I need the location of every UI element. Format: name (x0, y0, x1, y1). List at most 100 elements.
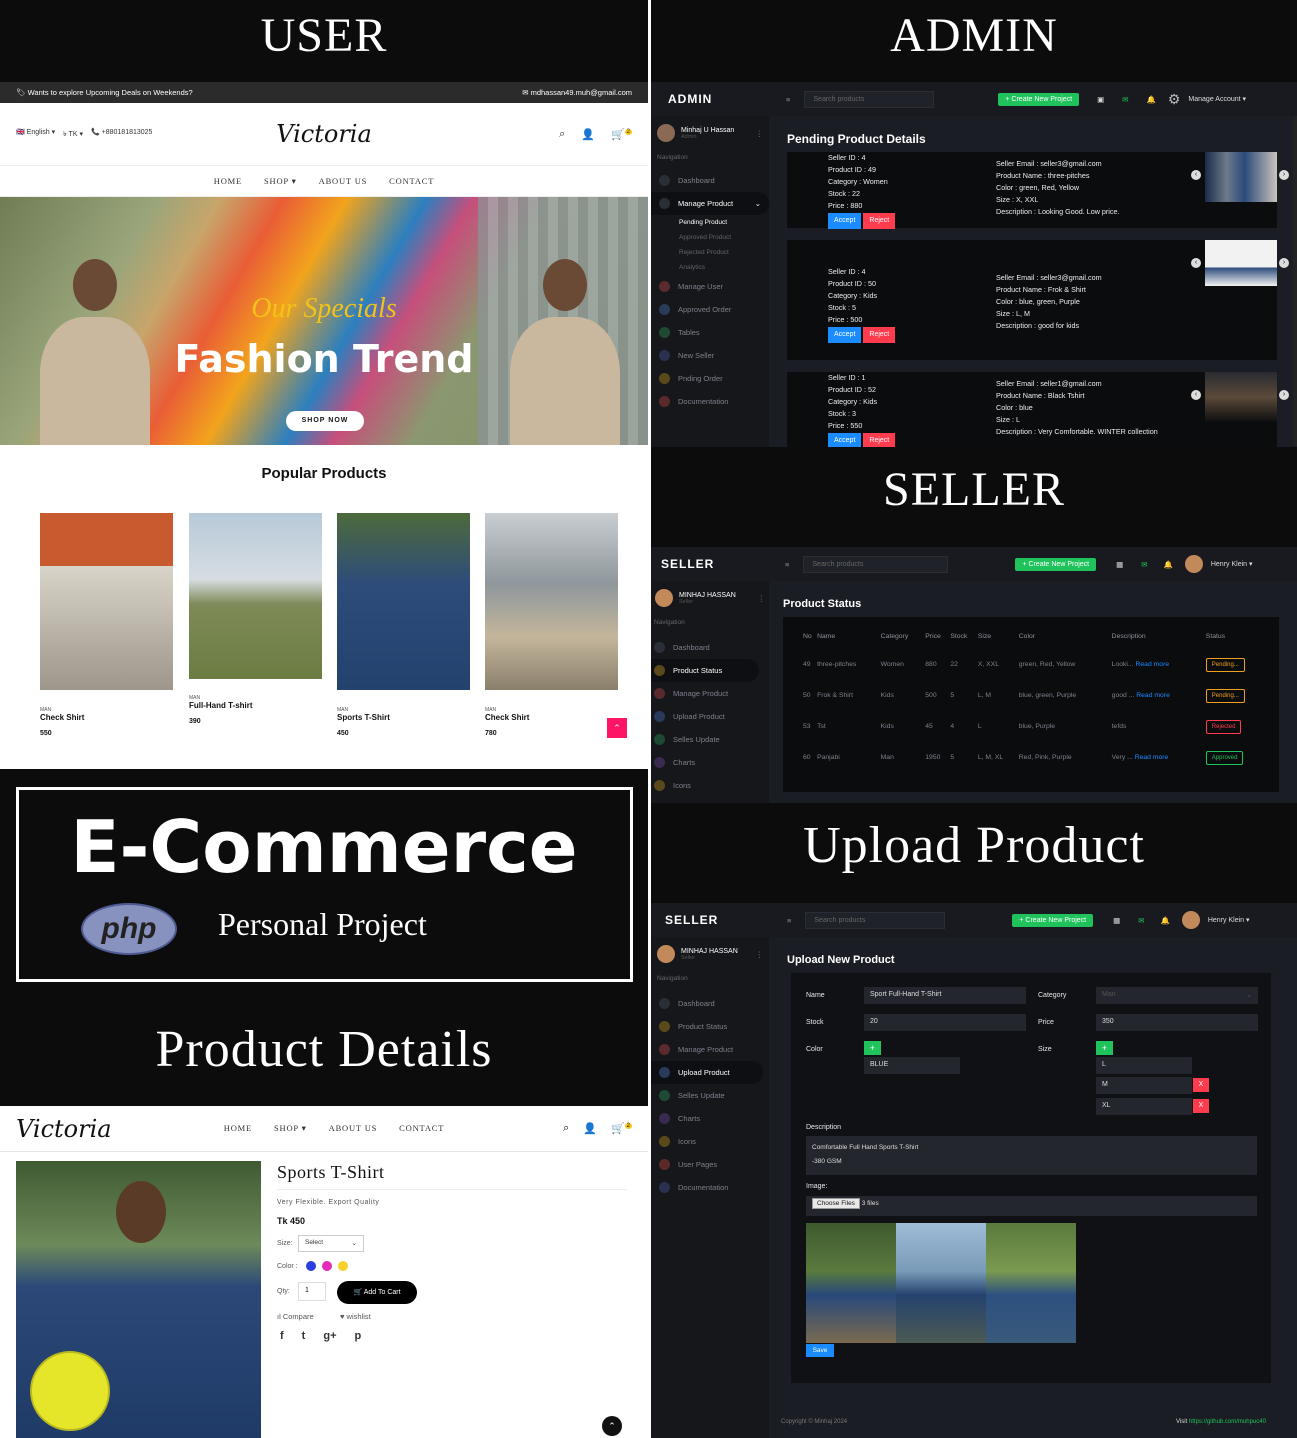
currency-select[interactable]: ৳ TK ▾ (63, 128, 83, 140)
search-input[interactable]: Search products (803, 555, 949, 573)
more-icon[interactable]: ⋮ (756, 950, 764, 959)
size-select[interactable]: Select ⌄ (298, 1235, 364, 1252)
file-input[interactable]: Choose Files 3 files (806, 1196, 1257, 1216)
remove-size-button[interactable]: X (1193, 1078, 1209, 1092)
save-button[interactable]: Save (806, 1344, 834, 1357)
account-menu[interactable]: Henry Klein ▾ (1211, 560, 1253, 568)
reject-button[interactable]: Reject (863, 327, 896, 343)
size-field[interactable]: M (1096, 1077, 1192, 1094)
sidebar-item-selles-update[interactable]: Selles Update (651, 1084, 769, 1107)
sidebar-subitem-pending[interactable]: Pending Product (651, 215, 769, 230)
footer-github-link[interactable]: https://github.com/muhpuc40 (1189, 1419, 1266, 1425)
nav-contact[interactable]: CONTACT (389, 176, 434, 186)
accept-button[interactable]: Accept (828, 327, 862, 343)
product-card[interactable]: MAN Check Shirt 550 (40, 513, 173, 737)
shop-now-button[interactable]: SHOP NOW (286, 411, 364, 431)
sidebar-item-dashboard[interactable]: Dashboard (651, 169, 769, 192)
product-card[interactable]: MAN Full-Hand T-shirt 390 (189, 513, 322, 725)
quantity-input[interactable]: 1 (298, 1282, 326, 1301)
language-select[interactable]: 🇬🇧 English ▾ (16, 128, 55, 140)
sidebar-item-manage-user[interactable]: Manage User (651, 275, 769, 298)
add-to-cart-button[interactable]: 🛒 Add To Cart (337, 1281, 417, 1304)
color-swatch[interactable] (338, 1261, 348, 1271)
read-more-link[interactable]: Read more (1135, 754, 1169, 761)
sidebar-item-tables[interactable]: Tables (651, 321, 769, 344)
sidebar-item-product-status[interactable]: Product Status (651, 1015, 769, 1038)
mail-icon[interactable]: ✉ (1122, 95, 1128, 104)
nav-about[interactable]: ABOUT US (329, 1123, 378, 1134)
create-project-button[interactable]: + Create New Project (1012, 913, 1094, 927)
store-logo[interactable]: Victoria (16, 1115, 216, 1143)
sidebar-item-manage-product[interactable]: Manage Product (651, 682, 769, 705)
sidebar-item-product-status[interactable]: Product Status (651, 659, 759, 682)
sidebar-subitem-analytics[interactable]: Analytics (651, 260, 769, 275)
sidebar-item-icons[interactable]: Icons (651, 774, 769, 797)
more-icon[interactable]: ⋮ (758, 594, 766, 603)
add-color-button[interactable]: + (864, 1041, 881, 1055)
sidebar-item-manage-product[interactable]: Manage Product (651, 1038, 769, 1061)
nav-home[interactable]: HOME (214, 176, 242, 186)
gear-icon[interactable]: ⚙ (1168, 91, 1181, 108)
mail-icon[interactable]: ✉ (1141, 560, 1147, 569)
sidebar-item-selles-update[interactable]: Selles Update (651, 728, 769, 751)
carousel-next-icon[interactable]: › (1279, 390, 1289, 400)
name-field[interactable]: Sport Full-Hand T-Shirt (864, 987, 1026, 1004)
store-logo[interactable]: Victoria (276, 120, 372, 148)
nav-contact[interactable]: CONTACT (399, 1123, 444, 1134)
accept-button[interactable]: Accept (828, 213, 862, 229)
price-field[interactable]: 350 (1096, 1014, 1258, 1031)
description-textarea[interactable]: Comfortable Full Hand Sports T-Shirt -38… (806, 1136, 1257, 1175)
avatar[interactable] (1184, 555, 1203, 573)
size-field[interactable]: L (1096, 1057, 1192, 1074)
carousel-prev-icon[interactable]: ‹ (1191, 170, 1201, 180)
create-project-button[interactable]: + Create New Project (1015, 557, 1097, 571)
carousel-next-icon[interactable]: › (1279, 258, 1289, 268)
carousel-next-icon[interactable]: › (1279, 170, 1289, 180)
grid-icon[interactable]: ▦ (1116, 560, 1123, 569)
read-more-link[interactable]: Read more (1136, 692, 1170, 699)
scroll-top-button[interactable]: ⌃ (602, 1416, 622, 1436)
color-swatch[interactable] (306, 1261, 316, 1271)
product-card[interactable]: MAN Sports T-Shirt 450 (337, 513, 470, 737)
sidebar-item-documentation[interactable]: Documentation (651, 390, 769, 413)
sidebar-item-upload-product[interactable]: Upload Product (651, 705, 769, 728)
carousel-prev-icon[interactable]: ‹ (1191, 258, 1201, 268)
remove-size-button[interactable]: X (1193, 1099, 1209, 1113)
menu-icon[interactable]: ≡ (785, 560, 789, 569)
sidebar-item-dashboard[interactable]: Dashboard (651, 636, 769, 659)
sidebar-subitem-approved[interactable]: Approved Product (651, 230, 769, 245)
sidebar-subitem-rejected[interactable]: Rejected Product (651, 245, 769, 260)
search-icon[interactable]: ⌕ (559, 128, 565, 141)
sidebar-item-icons[interactable]: Icons (651, 1130, 769, 1153)
twitter-icon[interactable]: t (302, 1330, 306, 1342)
menu-icon[interactable]: ≡ (787, 916, 791, 925)
nav-shop[interactable]: SHOP ▾ (264, 176, 297, 187)
user-icon[interactable]: 👤 (581, 128, 595, 141)
bell-icon[interactable]: 🔔 (1147, 95, 1156, 104)
add-size-button[interactable]: + (1096, 1041, 1113, 1055)
color-field[interactable]: BLUE (864, 1057, 960, 1074)
user-icon[interactable]: 👤 (583, 1122, 597, 1135)
more-icon[interactable]: ⋮ (756, 129, 764, 138)
calendar-icon[interactable]: ▣ (1097, 95, 1104, 104)
manage-account-menu[interactable]: Manage Account ▾ (1188, 95, 1246, 103)
sidebar-item-user-pages[interactable]: User Pages (651, 1153, 769, 1176)
google-plus-icon[interactable]: g+ (323, 1330, 336, 1342)
search-input[interactable]: Search products (805, 911, 946, 929)
sidebar-item-approved-order[interactable]: Approved Order (651, 298, 769, 321)
bell-icon[interactable]: 🔔 (1164, 560, 1173, 569)
sidebar-item-pending-order[interactable]: Pnding Order (651, 367, 769, 390)
sidebar-item-charts[interactable]: Charts (651, 1107, 769, 1130)
reject-button[interactable]: Reject (863, 433, 896, 447)
account-menu[interactable]: Henry Klein ▾ (1208, 916, 1250, 924)
accept-button[interactable]: Accept (828, 433, 862, 447)
grid-icon[interactable]: ▦ (1113, 916, 1120, 925)
menu-icon[interactable]: ≡ (786, 95, 790, 104)
compare-link[interactable]: ıl Compare (277, 1312, 314, 1321)
cart-icon[interactable]: 🛒 2 (611, 128, 632, 141)
reject-button[interactable]: Reject (863, 213, 896, 229)
search-input[interactable]: Search products (804, 90, 935, 108)
bell-icon[interactable]: 🔔 (1161, 916, 1170, 925)
size-field[interactable]: XL (1096, 1098, 1192, 1115)
read-more-link[interactable]: Read more (1135, 661, 1169, 668)
